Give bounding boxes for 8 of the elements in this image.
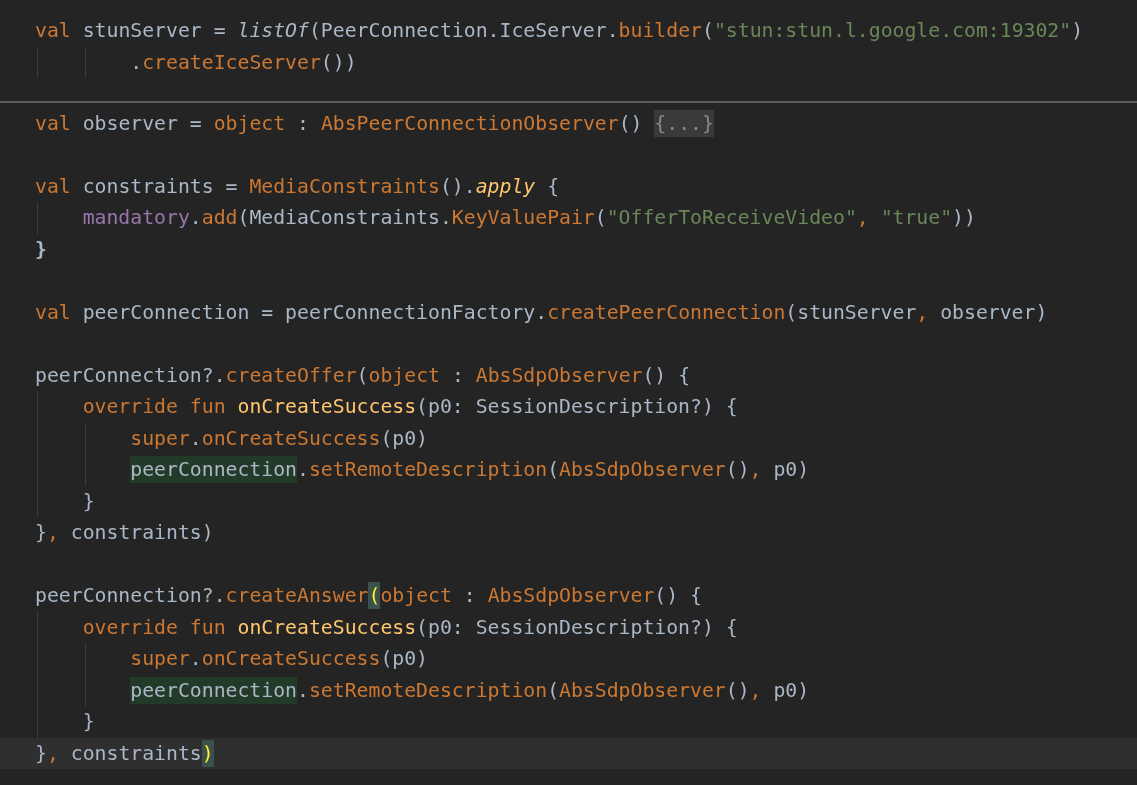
code-line: val observer = object : AbsPeerConnectionObserver() {...} bbox=[34, 108, 715, 139]
code-line: val constraints = MediaConstraints().apply { bbox=[34, 173, 561, 200]
code-line: peerConnection?.createOffer(object : AbsSdpObserver() { bbox=[34, 362, 692, 389]
code-line: val peerConnection = peerConnectionFactory.createPeerConnection(stunServer, observer) bbox=[34, 299, 1049, 326]
code-line: val stunServer = listOf(PeerConnection.IceServer.builder("stun:stun.l.google.com:19302") bbox=[34, 18, 1085, 44]
code-line: peerConnection?.createAnswer(object : AbsSdpObserver() { bbox=[34, 581, 703, 611]
code-line: }, constraints) bbox=[34, 520, 215, 546]
code-line: } bbox=[34, 236, 48, 263]
